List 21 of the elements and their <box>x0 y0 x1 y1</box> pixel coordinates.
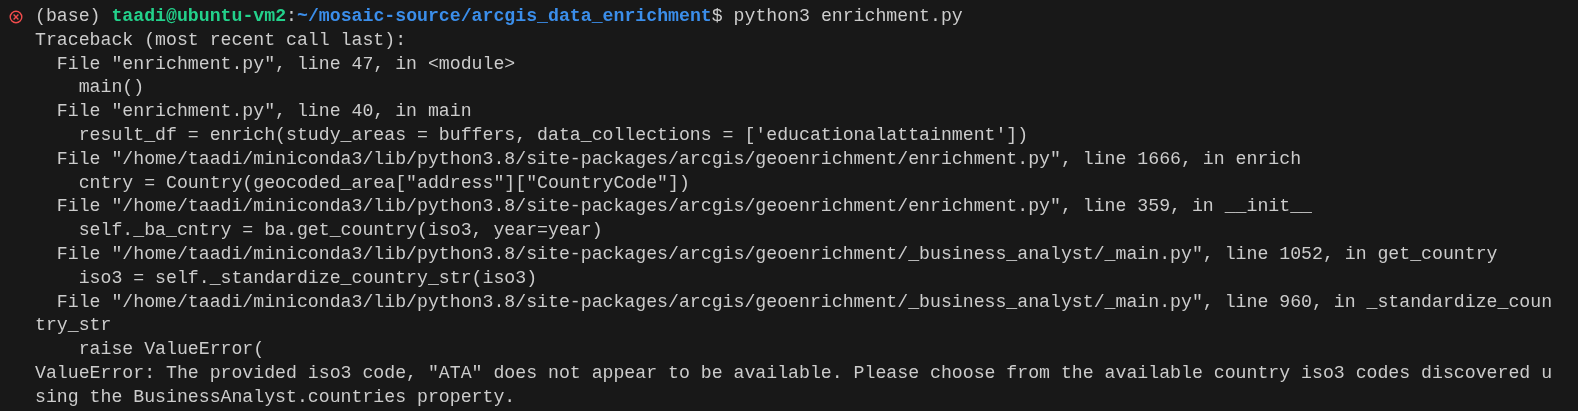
terminal-line: File "/home/taadi/miniconda3/lib/python3.8/site-packages/arcgis/geoenrichment/_business_analyst/_main.py", line 1052, in get_country <box>55 243 1498 264</box>
terminal-line: result_df = enrich(study_areas = buffers, data_collections = ['educationalattainment']) <box>77 125 1029 145</box>
prompt-separator: : <box>286 5 297 28</box>
terminal-line: raise ValueError( <box>77 339 265 360</box>
terminal-line: cntry = Country(geocoded_area["address"]["CountryCode"]) <box>77 172 690 193</box>
terminal-line: File "/home/taadi/miniconda3/lib/python3.8/site-packages/arcgis/geoenrichment/enrichment.py", line 1666, in enrich <box>55 148 1302 169</box>
terminal-line: File "enrichment.py", line 40, in main <box>55 101 472 122</box>
terminal-line: File "enrichment.py", line 47, in <module> <box>55 53 516 74</box>
terminal-line: Traceback (most recent call last): <box>35 29 407 50</box>
terminal-line: iso3 = self._standardize_country_str(iso3) <box>77 267 538 288</box>
terminal-line: main() <box>77 77 145 98</box>
terminal-line: try_str <box>35 315 112 336</box>
prompt-path: ~/mosaic-source/arcgis_data_enrichment <box>297 5 712 28</box>
prompt-command: $ python3 enrichment.py <box>711 5 963 28</box>
terminal-line: self._ba_cntry = ba.get_country(iso3, year=year) <box>77 220 603 241</box>
terminal-line: ValueError: The provided iso3 code, "ATA" does not appear to be available. Please choose from the available country iso3 codes discovered u <box>35 362 1553 383</box>
terminal-line: sing the BusinessAnalyst.countries property. <box>35 386 516 407</box>
terminal-line: File "/home/taadi/miniconda3/lib/python3.8/site-packages/arcgis/geoenrichment/enrichment.py", line 359, in __init__ <box>55 196 1312 217</box>
prompt-env: (base) <box>35 5 101 28</box>
prompt-user-host: taadi@ubuntu-vm2 <box>111 5 287 28</box>
terminal-line: File "/home/taadi/miniconda3/lib/python3.8/site-packages/arcgis/geoenrichment/_business_analyst/_main.py", line 960, in _standardize_coun <box>55 291 1553 312</box>
